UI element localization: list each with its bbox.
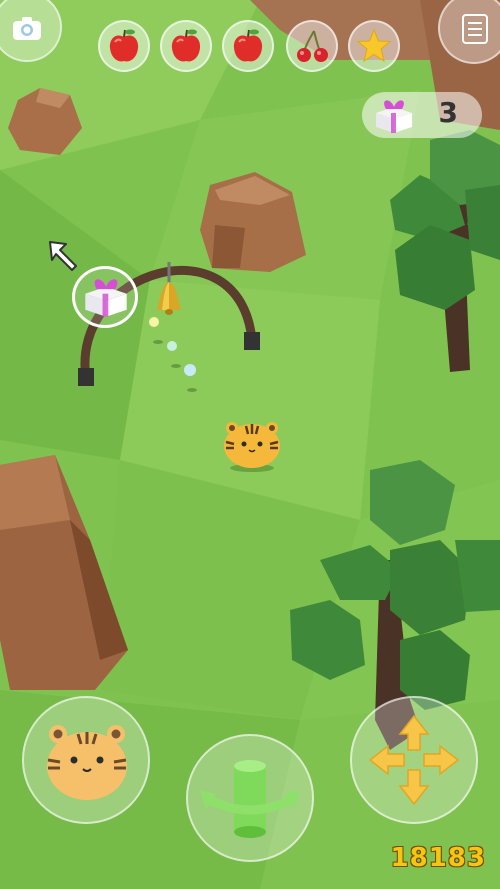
rotate-cylinder-icon <box>200 760 300 838</box>
rotate-camera-button[interactable] <box>186 734 314 862</box>
bell-icon <box>157 262 181 315</box>
collectible-apple-1 <box>98 20 150 72</box>
collectible-star <box>348 20 400 72</box>
arrow-up-left-icon <box>49 241 77 271</box>
gift-counter: 3 <box>362 92 482 138</box>
apple-icon <box>171 29 201 62</box>
camera-icon <box>13 17 41 40</box>
menu-list-icon <box>462 14 488 44</box>
collectible-apple-3 <box>222 20 274 72</box>
star-icon <box>356 28 392 63</box>
four-way-arrows-icon <box>368 714 460 806</box>
cherry-icon <box>297 30 328 62</box>
gift-count: 3 <box>438 96 458 129</box>
character-button[interactable] <box>22 696 150 824</box>
collectible-apple-2 <box>160 20 212 72</box>
apple-icon <box>233 29 263 62</box>
collectible-cherry <box>286 20 338 72</box>
apple-icon <box>109 29 139 62</box>
gift-box-icon <box>85 279 127 317</box>
tiger-avatar-icon <box>47 725 127 800</box>
player-tiger <box>224 422 280 472</box>
gift-box-icon <box>376 100 412 133</box>
target-gift-marker[interactable] <box>72 266 138 328</box>
watermark-logo: 18183 <box>390 843 486 873</box>
dpad-button[interactable] <box>350 696 478 824</box>
